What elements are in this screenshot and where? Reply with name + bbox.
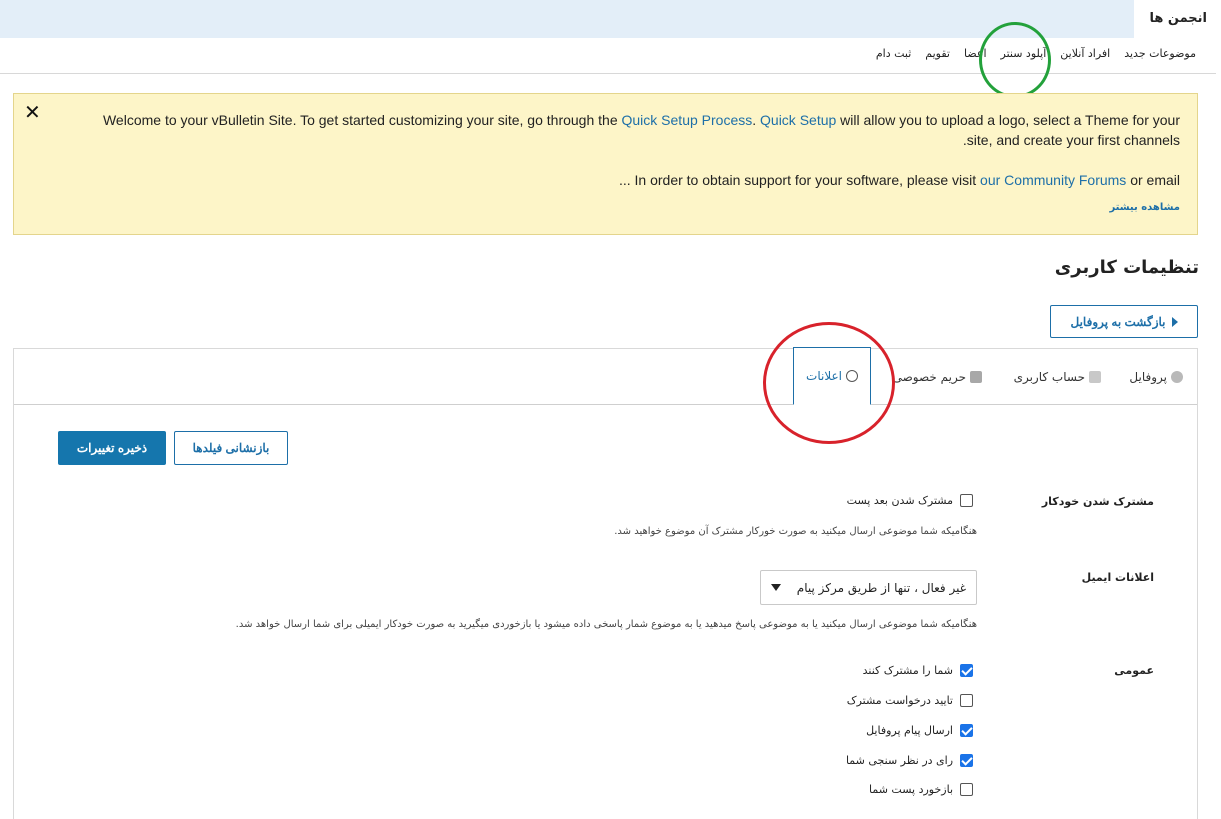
quick-setup-process-link[interactable]: Quick Setup Process xyxy=(622,112,753,128)
general-option-2[interactable]: تایید درخواست مشترک xyxy=(847,694,973,707)
general-checkbox-5[interactable] xyxy=(960,783,973,796)
general-label: عمومی xyxy=(1114,664,1154,677)
tab-privacy[interactable]: حریم خصوصی xyxy=(893,349,982,405)
general-option-5-label: بازخورد پست شما xyxy=(868,783,953,796)
tab-notifications[interactable]: اعلانات xyxy=(793,347,871,405)
general-checkbox-2[interactable] xyxy=(960,694,973,707)
user-icon xyxy=(1171,371,1183,383)
chevron-down-icon xyxy=(771,584,781,591)
close-icon[interactable]: ✕ xyxy=(24,100,41,124)
nav-register[interactable]: ثبت دام xyxy=(876,47,911,60)
back-to-profile-button[interactable]: بازگشت به پروفایل xyxy=(1050,305,1198,338)
auto-subscribe-help: هنگامیکه شما موضوعی ارسال میکنید به صورت… xyxy=(614,526,977,537)
settings-panel: پروفایل حساب کاربری حریم خصوصی اعلانات xyxy=(13,347,1198,819)
general-option-5[interactable]: بازخورد پست شما xyxy=(869,783,973,796)
nav-calendar[interactable]: تقویم xyxy=(925,47,950,60)
general-option-1[interactable]: شما را مشترک کنند xyxy=(863,664,973,677)
general-option-2-label: تایید درخواست مشترک xyxy=(846,694,953,707)
general-checkbox-4[interactable] xyxy=(960,754,973,767)
general-option-3-label: ارسال پیام پروفایل xyxy=(866,724,953,737)
notice-line-2: .site, and create your first channels xyxy=(962,132,1180,148)
nav-new-topics[interactable]: موضوعات جدید xyxy=(1124,47,1196,60)
auto-subscribe-checkbox[interactable] xyxy=(960,494,973,507)
community-forums-link[interactable]: our Community Forums xyxy=(980,172,1126,188)
reset-fields-button[interactable]: بازنشانی فیلدها xyxy=(174,431,288,465)
general-option-4[interactable]: رای در نظر سنجی شما xyxy=(846,754,973,767)
id-card-icon xyxy=(1089,371,1101,383)
settings-tabs: پروفایل حساب کاربری حریم خصوصی اعلانات xyxy=(14,347,1197,405)
tab-notifications-label: اعلانات xyxy=(806,369,842,383)
lock-icon xyxy=(970,371,982,383)
tab-account-label: حساب کاربری xyxy=(1013,370,1085,384)
general-checkbox-3[interactable] xyxy=(960,724,973,737)
tab-privacy-label: حریم خصوصی xyxy=(892,370,966,384)
email-notify-help: هنگامیکه شما موضوعی ارسال میکنید یا به م… xyxy=(235,619,977,630)
page-title: تنظیمات کاربری xyxy=(1054,257,1199,278)
auto-subscribe-option[interactable]: مشترک شدن بعد پست xyxy=(847,494,973,507)
email-notify-select[interactable]: غیر فعال ، تنها از طریق مرکز پیام xyxy=(760,570,977,605)
speech-bubble-icon xyxy=(846,370,858,382)
notice-line-1: Welcome to your vBulletin Site. To get s… xyxy=(102,112,1180,128)
save-changes-button[interactable]: ذخیره تغییرات xyxy=(58,431,166,465)
general-option-4-label: رای در نظر سنجی شما xyxy=(845,754,953,767)
quick-setup-link[interactable]: Quick Setup xyxy=(760,112,836,128)
email-notify-label: اعلانات ایمیل xyxy=(1081,571,1154,584)
back-button-label: بازگشت به پروفایل xyxy=(1070,314,1166,329)
welcome-notice: ✕ Welcome to your vBulletin Site. To get… xyxy=(13,93,1198,235)
tab-profile-label: پروفایل xyxy=(1129,370,1167,384)
nav-online-users[interactable]: افراد آنلاین xyxy=(1060,47,1110,60)
auto-subscribe-label: مشترک شدن خودکار xyxy=(1041,495,1154,508)
annotation-circle-green xyxy=(979,22,1051,98)
caret-right-icon xyxy=(1171,316,1178,327)
notice-line-3: ... In order to obtain support for your … xyxy=(618,172,1180,188)
general-option-1-label: شما را مشترک کنند xyxy=(862,664,953,677)
general-option-3[interactable]: ارسال پیام پروفایل xyxy=(866,724,973,737)
tab-profile[interactable]: پروفایل xyxy=(1129,349,1183,405)
general-checkbox-1[interactable] xyxy=(960,664,973,677)
view-more-link[interactable]: مشاهده بیشتر xyxy=(1109,202,1180,213)
tab-forums[interactable]: انجمن ها xyxy=(1134,0,1221,38)
email-notify-selected: غیر فعال ، تنها از طریق مرکز پیام xyxy=(796,580,966,595)
auto-subscribe-option-label: مشترک شدن بعد پست xyxy=(846,494,953,507)
tab-account[interactable]: حساب کاربری xyxy=(1014,349,1101,405)
